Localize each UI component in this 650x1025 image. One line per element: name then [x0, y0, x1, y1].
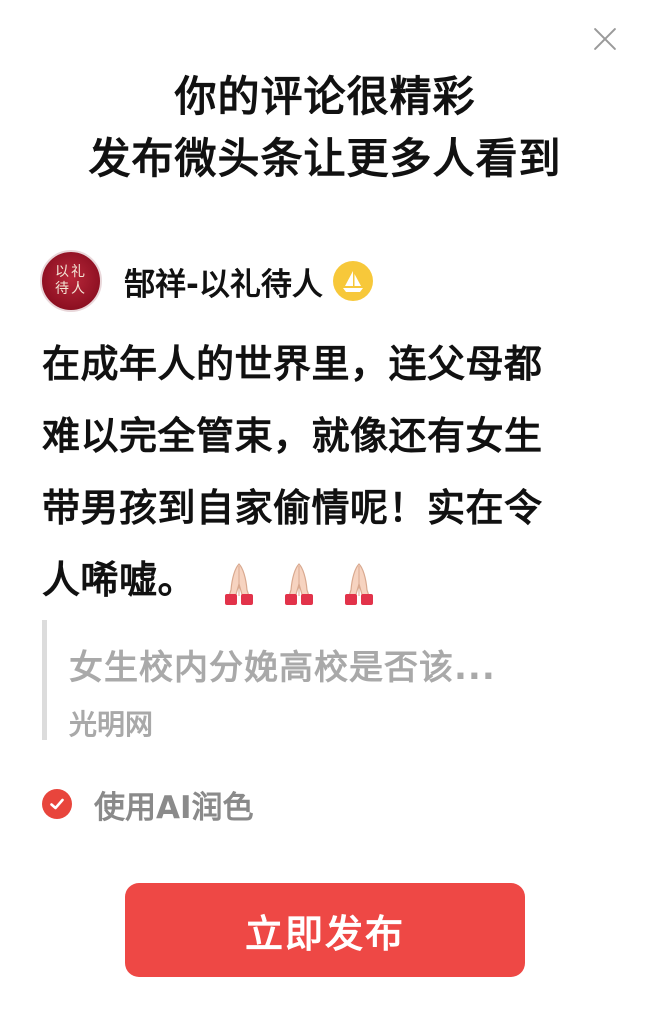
close-icon[interactable] — [588, 22, 622, 56]
title-line-1: 你的评论很精彩 — [174, 72, 476, 121]
avatar-text: 以礼待人 — [55, 264, 87, 297]
comment-line: 难以完全管束，就像还有女生 — [42, 414, 543, 458]
quoted-article-title: 女生校内分娩高校是否该... — [69, 648, 496, 688]
emoji-row — [210, 560, 390, 606]
comment-text: 在成年人的世界里，连父母都 难以完全管束，就像还有女生 带男孩到自家偷情呢！实在… — [42, 328, 612, 616]
author-row: 以礼待人 郜祥-以礼待人 — [40, 248, 373, 314]
author-name: 郜祥-以礼待人 — [124, 266, 323, 303]
comment-line-last: 人唏嘘。 — [42, 544, 612, 616]
comment-line: 带男孩到自家偷情呢！实在令 — [42, 486, 543, 530]
quoted-article[interactable]: 女生校内分娩高校是否该... 光明网 — [42, 620, 602, 741]
praying-hands-icon — [225, 562, 254, 605]
checkmark-icon — [42, 789, 72, 819]
comment-line: 在成年人的世界里，连父母都 — [42, 342, 543, 386]
sailboat-icon — [332, 261, 373, 301]
ai-polish-checkbox[interactable]: 使用AI润色 — [42, 784, 254, 826]
title-line-2: 发布微头条让更多人看到 — [88, 134, 562, 183]
dialog-title: 你的评论很精彩 发布微头条让更多人看到 — [0, 66, 650, 190]
publish-button[interactable]: 立即发布 — [125, 883, 525, 977]
avatar: 以礼待人 — [40, 250, 102, 312]
ai-polish-label: 使用AI润色 — [94, 789, 254, 826]
praying-hands-icon — [345, 562, 374, 605]
quoted-article-source: 光明网 — [69, 708, 154, 741]
praying-hands-icon — [285, 562, 314, 605]
comment-line: 人唏嘘。 — [42, 558, 197, 602]
